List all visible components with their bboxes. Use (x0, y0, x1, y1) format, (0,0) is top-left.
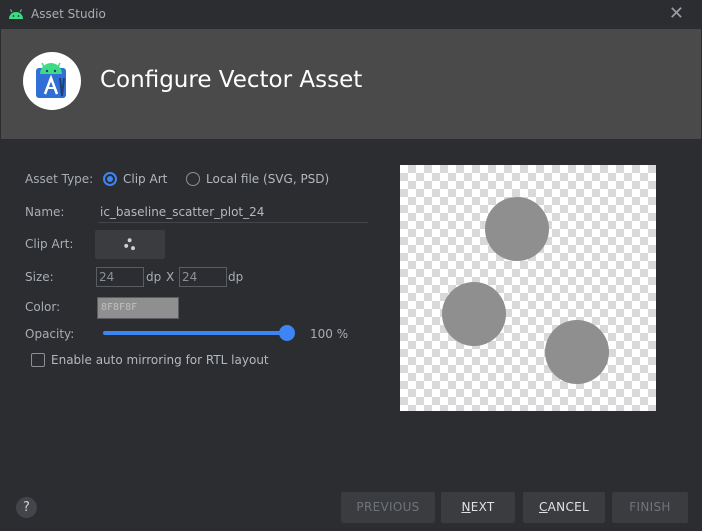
scatter-plot-icon (124, 238, 135, 251)
auto-mirroring-label[interactable]: Enable auto mirroring for RTL layout (51, 353, 269, 367)
opacity-slider-thumb[interactable] (279, 325, 295, 341)
help-button[interactable]: ? (16, 497, 37, 518)
android-studio-logo (23, 52, 81, 110)
name-input[interactable] (98, 201, 368, 223)
icon-preview (400, 165, 656, 411)
local-file-radio[interactable] (186, 172, 200, 186)
name-label: Name: (25, 205, 65, 219)
close-icon[interactable]: ✕ (669, 4, 684, 24)
page-title: Configure Vector Asset (100, 67, 363, 93)
height-input[interactable] (179, 267, 227, 287)
opacity-label: Opacity: (25, 327, 75, 341)
height-unit: dp (228, 270, 244, 284)
local-file-radio-label[interactable]: Local file (SVG, PSD) (206, 172, 329, 186)
cancel-label-rest: ANCEL (547, 500, 590, 514)
scatter-plot-icon (442, 197, 609, 384)
clip-art-picker-button[interactable] (95, 230, 165, 259)
next-label-rest: EXT (470, 500, 495, 514)
width-unit: dp (146, 270, 162, 284)
clip-art-label: Clip Art: (25, 237, 74, 251)
window-title: Asset Studio (31, 7, 106, 21)
wizard-header: Configure Vector Asset (1, 29, 701, 139)
width-input[interactable] (96, 267, 144, 287)
title-bar: Asset Studio ✕ (0, 0, 702, 29)
auto-mirroring-checkbox[interactable] (31, 353, 45, 367)
clip-art-radio[interactable] (103, 172, 117, 186)
android-studio-icon (36, 62, 66, 98)
android-icon (9, 9, 23, 19)
color-label: Color: (25, 300, 61, 314)
size-label: Size: (25, 270, 54, 284)
previous-button[interactable]: PREVIOUS (341, 492, 435, 523)
size-separator: X (166, 270, 175, 284)
color-picker-field[interactable]: 8F8F8F (97, 297, 179, 319)
next-mnemonic: N (461, 500, 471, 514)
asset-type-label: Asset Type: (25, 172, 94, 186)
opacity-slider-track[interactable] (103, 331, 287, 335)
cancel-button[interactable]: CANCEL (523, 492, 605, 523)
next-button[interactable]: NEXT (441, 492, 515, 523)
cancel-mnemonic: C (538, 500, 548, 514)
opacity-value: 100 % (310, 327, 349, 341)
finish-button[interactable]: FINISH (612, 492, 688, 523)
clip-art-radio-label[interactable]: Clip Art (123, 172, 167, 186)
